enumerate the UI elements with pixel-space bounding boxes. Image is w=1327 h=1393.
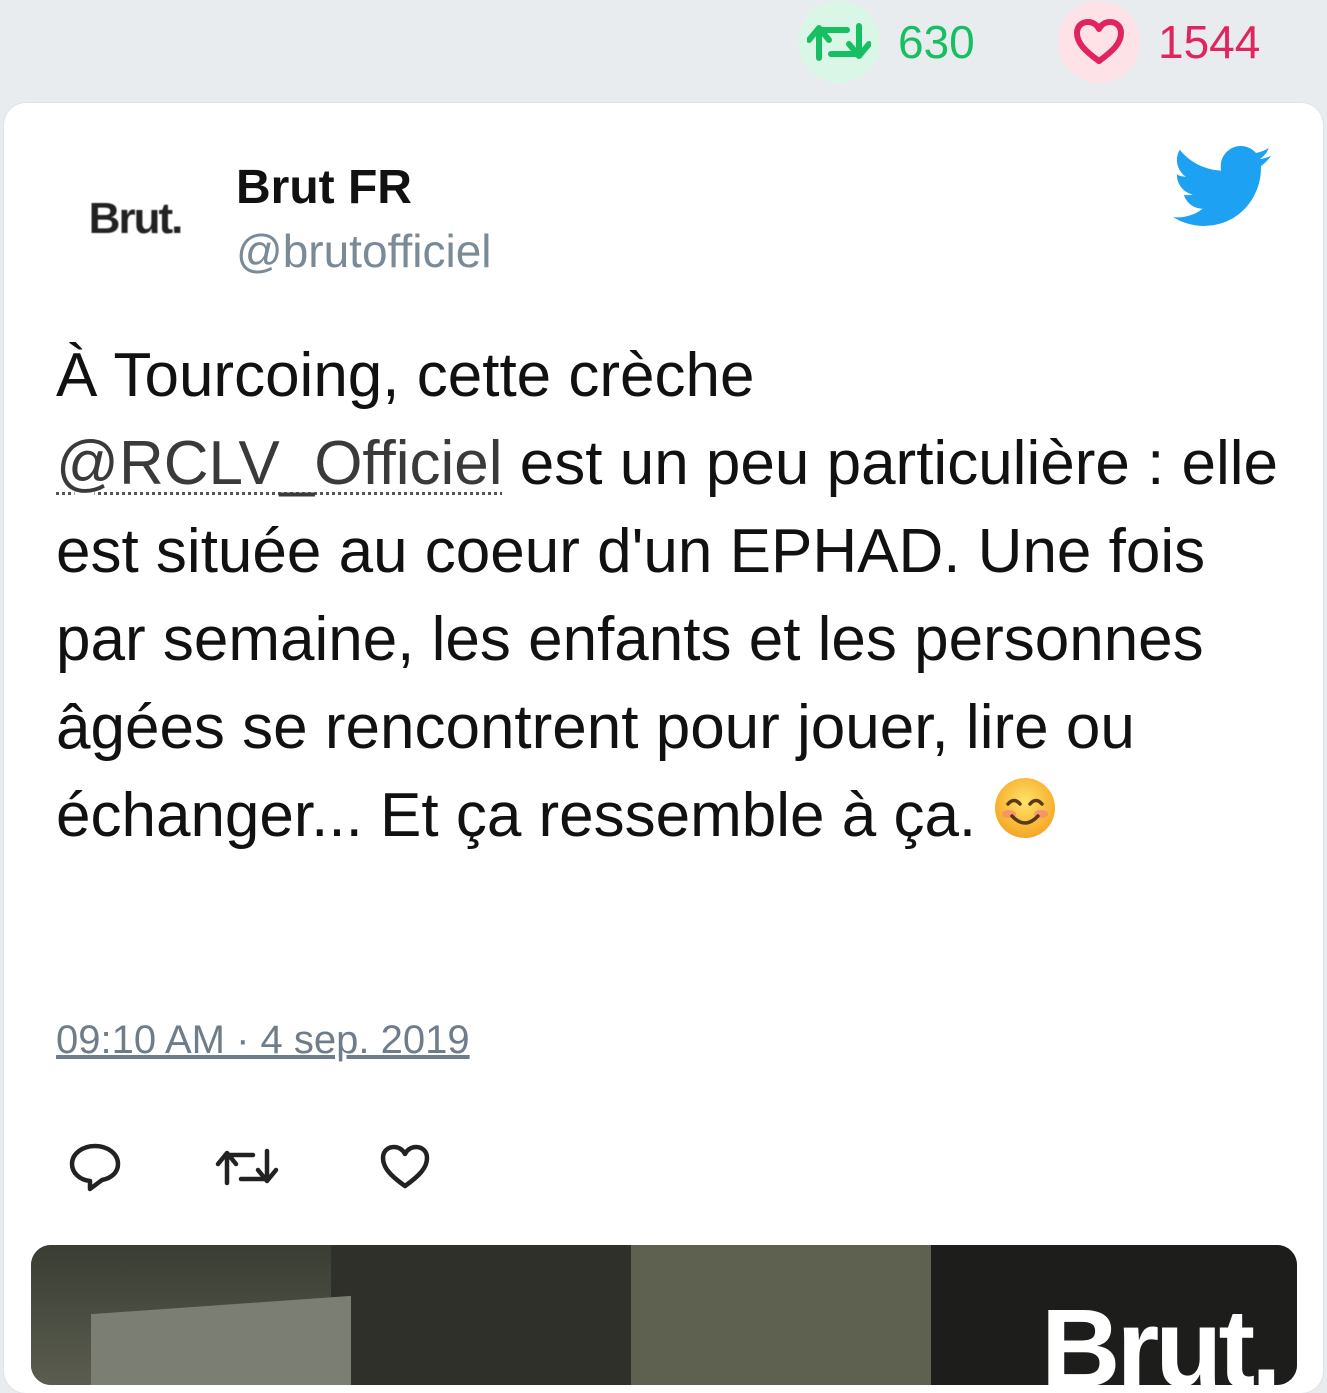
reply-icon xyxy=(69,1143,121,1192)
retweet-stat[interactable]: 630 xyxy=(798,0,975,84)
media-panel xyxy=(631,1245,931,1385)
mention-link[interactable]: @RCLV_Officiel xyxy=(56,429,503,498)
heart-icon xyxy=(380,1144,430,1189)
retweet-count: 630 xyxy=(898,16,975,68)
tweet-timestamp[interactable]: 09:10 AM · 4 sep. 2019 xyxy=(56,1018,470,1063)
heart-stat-icon xyxy=(1058,1,1140,83)
author-name[interactable]: Brut FR xyxy=(236,160,412,215)
media-preview[interactable]: Brut. xyxy=(31,1245,1297,1385)
media-logo: Brut. xyxy=(1041,1287,1282,1385)
avatar[interactable]: Brut. xyxy=(70,160,200,278)
media-panel xyxy=(331,1245,631,1385)
stats-bar: 630 1544 xyxy=(0,0,1327,100)
like-button[interactable] xyxy=(370,1132,440,1202)
smiling-face-icon xyxy=(995,778,1056,838)
author-handle[interactable]: @brutofficiel xyxy=(236,224,492,278)
avatar-logo: Brut. xyxy=(88,194,184,243)
retweet-icon xyxy=(215,1148,279,1186)
like-count: 1544 xyxy=(1158,16,1261,68)
tweet-text: À Tourcoing, cette crèche @RCLV_Officiel… xyxy=(56,332,1286,860)
retweet-button[interactable] xyxy=(212,1132,282,1202)
tweet-text-line1: À Tourcoing, cette crèche xyxy=(56,341,755,410)
reply-button[interactable] xyxy=(60,1132,130,1202)
twitter-bird-icon[interactable] xyxy=(1172,146,1272,228)
like-stat[interactable]: 1544 xyxy=(1058,0,1260,84)
retweet-stat-icon xyxy=(798,1,880,83)
